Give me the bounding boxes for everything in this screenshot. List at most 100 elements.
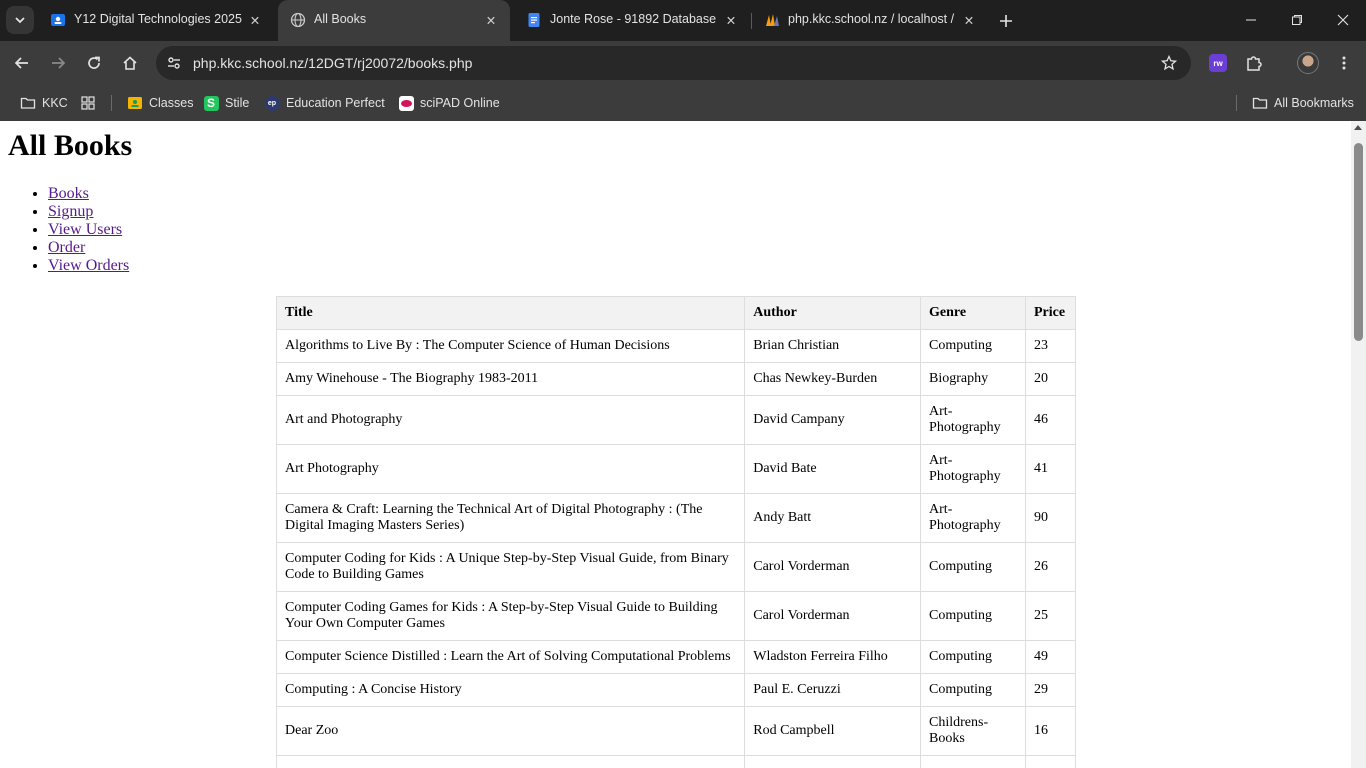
cell-author: David Bate	[744, 444, 922, 494]
close-window-button[interactable]	[1329, 8, 1357, 32]
bookmark-kkc[interactable]: KKC	[20, 92, 68, 114]
bookmark-divider	[1236, 95, 1237, 111]
nav-link-signup[interactable]: Signup	[48, 203, 93, 220]
forward-button[interactable]	[44, 49, 72, 77]
tab-y12-digital[interactable]: Y12 Digital Technologies 2025 ✕	[38, 0, 274, 41]
scrollbar-thumb[interactable]	[1354, 143, 1363, 341]
bookmark-scipad[interactable]: sciPAD Online	[398, 92, 500, 114]
cell-price: 29	[1024, 673, 1077, 707]
site-info-icon[interactable]	[162, 51, 186, 75]
cell-price: 20	[1024, 362, 1077, 396]
cell-price: 41	[1024, 444, 1077, 494]
page-scrollbar[interactable]	[1351, 121, 1366, 768]
tab-title: Y12 Digital Technologies 2025	[74, 12, 242, 26]
scroll-up-arrow-icon[interactable]	[1354, 125, 1362, 130]
column-header-title: Title	[275, 296, 746, 330]
cell-price	[1024, 755, 1077, 768]
cell-genre: Computing	[920, 640, 1026, 674]
cell-author	[744, 755, 922, 768]
address-bar[interactable]: php.kkc.school.nz/12DGT/rj20072/books.ph…	[156, 46, 1191, 80]
cell-title: Computer Science Distilled : Learn the A…	[275, 640, 746, 674]
cell-price: 90	[1024, 493, 1077, 543]
cell-author: Brian Christian	[744, 329, 922, 363]
new-tab-button[interactable]	[994, 9, 1018, 33]
close-tab-icon[interactable]: ✕	[482, 11, 500, 29]
table-row: Amy Winehouse - The Biography 1983-2011 …	[275, 362, 1077, 396]
cell-author: Chas Newkey-Burden	[744, 362, 922, 396]
tab-search-button[interactable]	[6, 6, 34, 34]
bookmark-label: Education Perfect	[286, 96, 385, 110]
cell-title: Amy Winehouse - The Biography 1983-2011	[275, 362, 746, 396]
cell-price: 25	[1024, 591, 1077, 641]
nav-link-order[interactable]: Order	[48, 239, 85, 256]
minimize-icon	[1246, 19, 1256, 21]
tab-title: All Books	[314, 12, 367, 26]
nav-link-view-users[interactable]: View Users	[48, 221, 122, 238]
chevron-down-icon	[15, 17, 25, 24]
extensions-menu-button[interactable]	[1240, 49, 1268, 77]
stile-icon: S	[203, 95, 219, 111]
minimize-button[interactable]	[1237, 8, 1265, 32]
bookmark-label: KKC	[42, 96, 68, 110]
table-row	[275, 755, 1077, 768]
cell-price: 49	[1024, 640, 1077, 674]
tab-jonte-rose-doc[interactable]: Jonte Rose - 91892 Database As ✕	[514, 0, 750, 41]
table-row: Art and Photography David Campany Art-Ph…	[275, 395, 1077, 445]
table-row: Computer Coding for Kids : A Unique Step…	[275, 542, 1077, 592]
cell-genre: Computing	[920, 591, 1026, 641]
cell-price: 16	[1024, 706, 1077, 756]
table-row: Computing : A Concise History Paul E. Ce…	[275, 673, 1077, 707]
back-arrow-icon	[14, 57, 28, 69]
close-tab-icon[interactable]: ✕	[246, 11, 264, 29]
cell-title: Computing : A Concise History	[275, 673, 746, 707]
all-bookmarks-button[interactable]: All Bookmarks	[1252, 92, 1354, 114]
cell-title: Computer Coding Games for Kids : A Step-…	[275, 591, 746, 641]
cell-author: Wladston Ferreira Filho	[744, 640, 922, 674]
cell-author: Carol Vorderman	[744, 542, 922, 592]
extension-button[interactable]: rw	[1204, 49, 1232, 77]
nav-item-view-orders: View Orders	[48, 257, 129, 275]
bookmark-classes[interactable]: Classes	[127, 92, 193, 114]
cell-title	[275, 755, 746, 768]
cell-author: Rod Campbell	[744, 706, 922, 756]
home-button[interactable]	[116, 49, 144, 77]
tab-title: php.kkc.school.nz / localhost / r	[788, 12, 956, 26]
tab-all-books[interactable]: All Books ✕	[278, 0, 510, 41]
page-content: All Books Books Signup View Users Order …	[0, 121, 1351, 768]
nav-link-books[interactable]: Books	[48, 185, 89, 202]
bookmark-education-perfect[interactable]: ep Education Perfect	[264, 92, 385, 114]
bookmark-divider	[111, 95, 112, 111]
restore-icon	[1292, 15, 1302, 25]
bookmark-star-icon[interactable]	[1159, 53, 1179, 73]
nav-link-view-orders[interactable]: View Orders	[48, 257, 129, 274]
table-row: Dear Zoo Rod Campbell Childrens-Books 16	[275, 706, 1077, 756]
scipad-icon	[398, 95, 414, 111]
tab-phpmyadmin[interactable]: php.kkc.school.nz / localhost / r ✕	[752, 0, 988, 41]
cell-title: Dear Zoo	[275, 706, 746, 756]
cell-genre: Biography	[920, 362, 1026, 396]
column-header-price: Price	[1024, 296, 1077, 330]
profile-avatar[interactable]	[1294, 49, 1322, 77]
close-tab-icon[interactable]: ✕	[960, 11, 978, 29]
nav-item-view-users: View Users	[48, 221, 129, 239]
apps-grid-icon	[80, 95, 96, 111]
cell-title: Art and Photography	[275, 395, 746, 445]
docs-icon	[528, 13, 540, 27]
column-header-genre: Genre	[920, 296, 1026, 330]
ep-icon: ep	[264, 95, 280, 111]
back-button[interactable]	[8, 49, 36, 77]
reload-icon	[88, 56, 100, 69]
url-text[interactable]: php.kkc.school.nz/12DGT/rj20072/books.ph…	[193, 55, 472, 71]
close-tab-icon[interactable]: ✕	[722, 11, 740, 29]
site-nav: Books Signup View Users Order View Order…	[8, 185, 129, 275]
menu-button[interactable]	[1330, 49, 1358, 77]
classroom-icon	[51, 14, 65, 26]
cell-genre: Computing	[920, 542, 1026, 592]
globe-icon	[290, 12, 306, 28]
apps-button[interactable]	[80, 92, 102, 114]
reload-button[interactable]	[80, 49, 108, 77]
nav-item-order: Order	[48, 239, 129, 257]
bookmark-stile[interactable]: S Stile	[203, 92, 249, 114]
restore-button[interactable]	[1283, 8, 1311, 32]
table-row: Computer Coding Games for Kids : A Step-…	[275, 591, 1077, 641]
